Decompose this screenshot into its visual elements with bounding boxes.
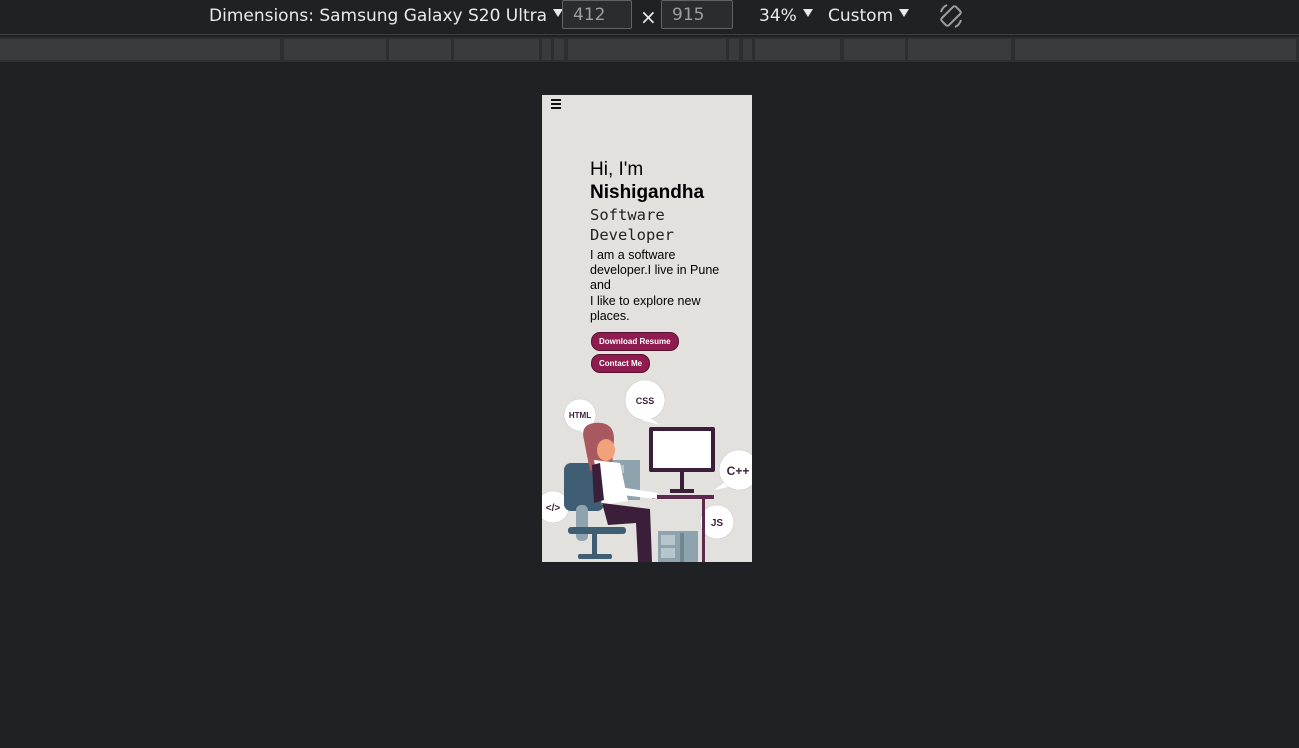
desk	[652, 495, 714, 562]
media-query-segment[interactable]	[542, 39, 551, 60]
device-viewport: Hi, I'm Nishigandha Software Developer I…	[542, 95, 752, 562]
cpp-bubble-label: C++	[727, 464, 750, 478]
hero-role-line1: Software	[590, 206, 665, 224]
device-dimensions-label: Dimensions: Samsung Galaxy S20 Ultra	[209, 5, 548, 26]
media-query-segment[interactable]	[454, 39, 539, 60]
dimension-separator: ×	[640, 5, 657, 29]
device-width-input[interactable]	[562, 0, 632, 29]
media-query-segment[interactable]	[0, 39, 280, 60]
hero-role-line2: Developer	[590, 226, 674, 244]
html-bubble-label: HTML	[569, 411, 591, 420]
media-query-segment[interactable]	[743, 39, 752, 60]
media-query-segment[interactable]	[1015, 39, 1296, 60]
media-query-segment[interactable]	[755, 39, 840, 60]
js-bubble: JS	[699, 504, 735, 540]
media-query-segment[interactable]	[729, 39, 739, 60]
css-bubble-label: CSS	[636, 396, 655, 406]
throttle-dropdown[interactable]: Custom	[828, 0, 910, 31]
js-bubble-label: JS	[711, 518, 724, 529]
chevron-down-icon	[899, 8, 910, 17]
throttle-label: Custom	[828, 5, 894, 26]
cpp-bubble: C++	[714, 449, 752, 491]
media-query-segment[interactable]	[554, 39, 564, 60]
chevron-down-icon	[802, 8, 813, 17]
hero-greeting: Hi, I'm	[590, 159, 644, 180]
media-query-segment[interactable]	[844, 39, 905, 60]
media-query-segment[interactable]	[389, 39, 451, 60]
hero-bio: I am a software developer.I live in Pune…	[590, 248, 720, 323]
css-bubble: CSS	[624, 379, 666, 425]
download-resume-button[interactable]: Download Resume	[591, 332, 679, 351]
media-query-segment[interactable]	[568, 39, 726, 60]
media-query-segment[interactable]	[284, 39, 386, 60]
contact-me-button[interactable]: Contact Me	[591, 354, 651, 373]
hero-name: Nishigandha	[590, 182, 705, 203]
rotate-icon	[940, 3, 962, 28]
device-toolbar: Dimensions: Samsung Galaxy S20 Ultra × 3…	[0, 0, 1299, 35]
hero-section: Hi, I'm Nishigandha Software Developer I…	[590, 159, 740, 324]
media-query-bar	[0, 37, 1299, 62]
device-dimensions-dropdown[interactable]: Dimensions: Samsung Galaxy S20 Ultra	[209, 0, 564, 31]
zoom-label: 34%	[759, 5, 797, 26]
zoom-dropdown[interactable]: 34%	[759, 0, 813, 31]
developer-illustration: HTML CSS C++ </> JS	[542, 379, 752, 562]
rotate-button[interactable]	[937, 0, 965, 31]
media-query-segment[interactable]	[908, 39, 1011, 60]
hamburger-icon[interactable]	[551, 99, 561, 111]
code-bubble-label: </>	[546, 503, 561, 514]
device-height-input[interactable]	[661, 0, 733, 29]
monitor-icon	[649, 427, 715, 493]
